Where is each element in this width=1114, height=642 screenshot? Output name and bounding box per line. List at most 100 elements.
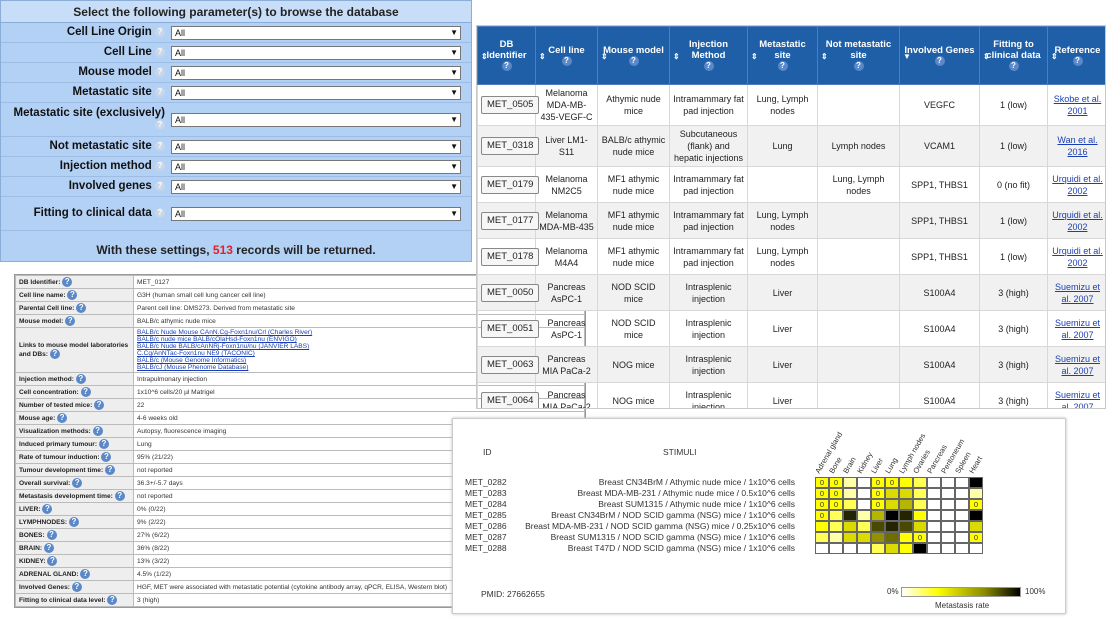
heatmap-cell: 0 xyxy=(871,499,885,510)
mouse-model-link[interactable]: BALB/c Nude BALB/cAnNRj-Foxn1nu/nu (JANV… xyxy=(137,343,309,350)
db-identifier-button[interactable]: MET_0178 xyxy=(481,247,540,266)
help-icon[interactable]: ? xyxy=(75,374,86,384)
filter-select[interactable]: All ▼ xyxy=(171,45,461,60)
help-icon[interactable]: ? xyxy=(72,478,83,488)
db-identifier-button[interactable]: MET_0505 xyxy=(481,96,540,114)
cell-text: Liver xyxy=(772,323,793,334)
db-identifier-button[interactable]: MET_0064 xyxy=(481,391,540,408)
help-icon[interactable]: ? xyxy=(628,55,639,66)
sort-icon[interactable]: ⇕ xyxy=(983,51,990,62)
db-identifier-button[interactable]: MET_0177 xyxy=(481,211,540,230)
sort-icon[interactable]: ⇕ xyxy=(673,51,680,62)
help-icon[interactable]: ? xyxy=(777,61,788,72)
help-icon[interactable]: ? xyxy=(42,504,53,514)
help-icon[interactable]: ? xyxy=(104,465,115,475)
reference-link[interactable]: Wan et al. 2016 xyxy=(1057,135,1097,157)
db-identifier-button[interactable]: MET_0050 xyxy=(481,283,540,302)
help-icon[interactable]: ? xyxy=(703,61,714,72)
db-identifier-button[interactable]: MET_0063 xyxy=(481,355,540,374)
mouse-model-link[interactable]: C.Cg/AnNTac-Foxn1nu NE9 (TACONIC) xyxy=(137,350,255,357)
db-identifier-button[interactable]: MET_0179 xyxy=(481,175,540,194)
mouse-model-link[interactable]: BALB/c (Mouse Genome Informatics) xyxy=(137,357,246,364)
column-header[interactable]: ⇕ Reference? xyxy=(1047,26,1105,85)
help-icon[interactable]: ? xyxy=(934,55,945,66)
cell-text: Lung xyxy=(772,141,793,151)
column-header[interactable]: ⇕ Metastatic site? xyxy=(747,26,818,85)
filter-select[interactable]: All ▼ xyxy=(171,206,461,221)
reference-link[interactable]: Suemizu et al. 2007 xyxy=(1055,354,1100,376)
filter-select[interactable]: All ▼ xyxy=(171,139,461,154)
filter-select[interactable]: All ▼ xyxy=(171,112,461,127)
table-cell: Lung, Lymph nodes xyxy=(747,84,818,126)
help-icon[interactable]: ? xyxy=(80,387,91,397)
help-icon[interactable]: ? xyxy=(155,180,165,191)
help-icon[interactable]: ? xyxy=(57,413,68,423)
help-icon[interactable]: ? xyxy=(47,556,58,566)
filter-select[interactable]: All ▼ xyxy=(171,25,461,40)
help-icon[interactable]: ? xyxy=(155,160,165,171)
help-icon[interactable]: ? xyxy=(155,46,165,57)
mouse-model-link[interactable]: BALB/cJ (Mouse Phenome Database) xyxy=(137,364,248,371)
column-header[interactable]: ⇕ DB Identifier? xyxy=(477,26,536,85)
column-header[interactable]: ⇕ Mouse model? xyxy=(597,26,670,85)
help-icon[interactable]: ? xyxy=(114,491,125,501)
help-icon[interactable]: ? xyxy=(101,452,112,462)
help-icon[interactable]: ? xyxy=(62,277,73,287)
column-header[interactable]: ⇕ Fitting to clinical data? xyxy=(979,26,1048,85)
help-icon[interactable]: ? xyxy=(155,140,165,151)
help-icon[interactable]: ? xyxy=(68,517,79,527)
filter-label-text: Cell Line xyxy=(103,46,152,58)
help-icon[interactable]: ? xyxy=(98,439,109,449)
column-header[interactable]: ⇕ Injection Method? xyxy=(669,26,748,85)
help-icon[interactable]: ? xyxy=(853,61,864,72)
mouse-model-link[interactable]: BALB/c Nude Mouse CAnN.Cg-Foxn1nu/Crl (C… xyxy=(137,329,312,336)
help-icon[interactable]: ? xyxy=(92,426,103,436)
mouse-model-link[interactable]: BALB/c nude mice BALB/cOlaHsd-Foxn1nu (E… xyxy=(137,336,297,343)
sort-icon[interactable]: ⇕ xyxy=(601,51,608,62)
help-icon[interactable]: ? xyxy=(155,120,165,131)
help-icon[interactable]: ? xyxy=(1072,55,1083,66)
sort-icon[interactable]: ⇕ xyxy=(821,51,828,62)
detail-key: BONES: ? xyxy=(15,528,134,542)
help-icon[interactable]: ? xyxy=(65,316,76,326)
reference-link[interactable]: Skobe et al. 2001 xyxy=(1054,94,1102,116)
filter-select[interactable]: All ▼ xyxy=(171,159,461,174)
help-icon[interactable]: ? xyxy=(155,66,165,77)
column-header[interactable]: ▼ Involved Genes? xyxy=(899,26,980,85)
help-icon[interactable]: ? xyxy=(76,303,87,313)
column-header[interactable]: ⇕ Not metastatic site? xyxy=(817,26,900,85)
help-icon[interactable]: ? xyxy=(43,543,54,553)
db-identifier-button[interactable]: MET_0051 xyxy=(481,319,540,338)
sort-icon[interactable]: ▼ xyxy=(903,51,911,62)
filter-select[interactable]: All ▼ xyxy=(171,65,461,80)
help-icon[interactable]: ? xyxy=(155,26,165,37)
reference-link[interactable]: Urquidi et al. 2002 xyxy=(1052,174,1103,196)
db-identifier-button[interactable]: MET_0318 xyxy=(481,137,540,155)
sort-icon[interactable]: ⇕ xyxy=(539,51,546,62)
help-icon[interactable]: ? xyxy=(94,400,105,410)
help-icon[interactable]: ? xyxy=(71,582,82,592)
reference-link[interactable]: Urquidi et al. 2002 xyxy=(1052,246,1103,268)
help-icon[interactable]: ? xyxy=(67,290,78,300)
reference-link[interactable]: Urquidi et al. 2002 xyxy=(1052,210,1103,232)
help-icon[interactable]: ? xyxy=(561,55,572,66)
help-icon[interactable]: ? xyxy=(155,207,165,218)
help-icon[interactable]: ? xyxy=(501,61,512,72)
help-icon[interactable]: ? xyxy=(46,530,57,540)
help-icon[interactable]: ? xyxy=(49,348,60,359)
sort-icon[interactable]: ⇕ xyxy=(1051,51,1058,62)
reference-link[interactable]: Suemizu et al. 2007 xyxy=(1055,318,1100,340)
help-icon[interactable]: ? xyxy=(155,86,165,97)
sort-icon[interactable]: ⇕ xyxy=(751,51,758,62)
help-icon[interactable]: ? xyxy=(1008,61,1019,72)
help-icon[interactable]: ? xyxy=(107,595,118,605)
heatmap-cell xyxy=(871,543,885,554)
filter-select[interactable]: All ▼ xyxy=(171,179,461,194)
help-icon[interactable]: ? xyxy=(80,569,91,579)
column-header[interactable]: ⇕ Cell line? xyxy=(535,26,598,85)
sort-icon[interactable]: ⇕ xyxy=(481,51,488,62)
reference-link[interactable]: Suemizu et al. 2007 xyxy=(1055,282,1100,304)
reference-link[interactable]: Suemizu et al. 2007 xyxy=(1055,390,1100,409)
chevron-down-icon: ▼ xyxy=(450,114,458,124)
filter-select[interactable]: All ▼ xyxy=(171,85,461,100)
